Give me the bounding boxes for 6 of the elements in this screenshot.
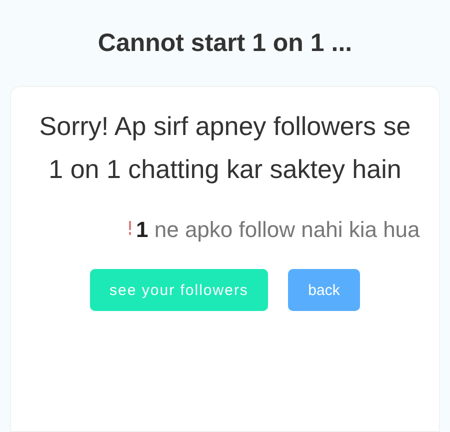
- see-followers-button[interactable]: see your followers: [90, 269, 268, 311]
- back-button[interactable]: back: [288, 269, 360, 311]
- notice-text: 1 ne apko follow nahi kia hua: [136, 216, 420, 244]
- alert-icon: [127, 221, 133, 235]
- dialog-title: Cannot start 1 on 1 ...: [98, 28, 352, 58]
- error-message: Sorry! Ap sirf apney followers se 1 on 1 chatting kar saktey hain: [38, 110, 412, 186]
